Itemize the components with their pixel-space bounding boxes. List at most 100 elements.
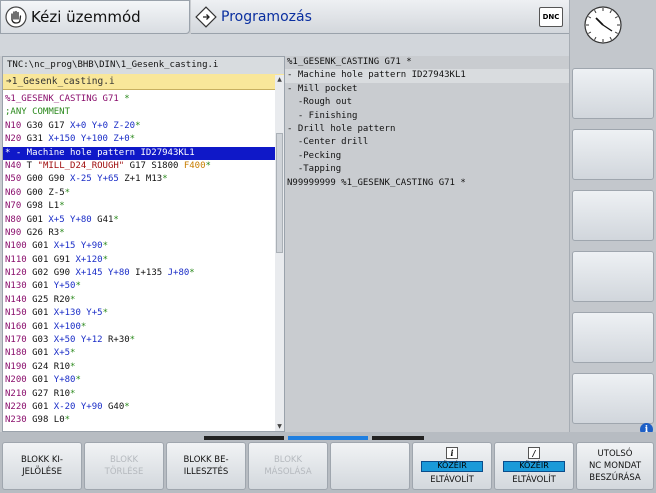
- softkey-4[interactable]: BLOKK MÁSOLÁSA: [248, 442, 328, 490]
- editor-scrollbar[interactable]: ▲ ▼: [275, 75, 284, 431]
- program-token: G01: [26, 401, 54, 412]
- program-token: N50: [5, 174, 22, 185]
- program-line[interactable]: N110 G01 G91 X+120*: [3, 254, 275, 267]
- softkey-label: ELTÁVOLÍT: [430, 474, 474, 485]
- structure-item[interactable]: -Center drill: [285, 136, 569, 149]
- program-line[interactable]: N210 G27 R10*: [3, 388, 275, 401]
- program-line[interactable]: N130 G01 Y+50*: [3, 280, 275, 293]
- structure-item[interactable]: - Drill hole pattern: [285, 123, 569, 136]
- vertical-softkey-6[interactable]: [572, 373, 654, 424]
- program-token: X+150: [48, 134, 76, 145]
- program-line[interactable]: N20 G31 X+150 Y+100 Z+0*: [3, 133, 275, 146]
- scroll-down-icon[interactable]: ▼: [275, 422, 284, 431]
- program-token: Y+90: [80, 401, 103, 412]
- program-line[interactable]: N70 G98 L1*: [3, 200, 275, 213]
- structure-view[interactable]: %1_GESENK_CASTING G71 * - Machine hole pa…: [285, 56, 569, 432]
- program-token: Y+5: [86, 308, 103, 319]
- program-line[interactable]: N40 T "MILL_D24_ROUGH" G17 S1800 F400*: [3, 160, 275, 173]
- program-token: N210: [5, 388, 27, 399]
- softkey-label: UTOLSÓ: [597, 449, 633, 459]
- program-token: X+50: [53, 335, 76, 346]
- program-line[interactable]: N230 G98 L0*: [3, 414, 275, 427]
- program-token: *: [113, 214, 119, 225]
- program-token: * - Machine hole pattern ID27943KL1: [5, 147, 195, 158]
- program-line[interactable]: N150 G01 X+130 Y+5*: [3, 307, 275, 320]
- softkey-5[interactable]: [330, 442, 410, 490]
- program-token: *: [102, 308, 108, 319]
- softkey-2[interactable]: BLOKK TÖRLÉSE: [84, 442, 164, 490]
- program-token: X+120: [75, 254, 103, 265]
- program-token: G03: [26, 335, 54, 346]
- program-line[interactable]: * - Machine hole pattern ID27943KL1: [3, 146, 275, 160]
- structure-item[interactable]: -Tapping: [285, 163, 569, 176]
- program-line[interactable]: %1_GESENK_CASTING G71 *: [3, 93, 275, 106]
- program-line[interactable]: N100 G01 X+15 Y+90*: [3, 240, 275, 253]
- vertical-softkey-4[interactable]: [572, 251, 654, 302]
- softkey-6[interactable]: i KÖZÉIR ELTÁVOLÍT: [412, 442, 492, 490]
- program-token: N180: [5, 348, 27, 359]
- program-line[interactable]: N140 G25 R20*: [3, 294, 275, 307]
- structure-item[interactable]: N99999999 %1_GESENK_CASTING G71 *: [285, 177, 569, 190]
- program-token: G01 G91: [26, 254, 76, 265]
- program-line[interactable]: N50 G00 G90 X-25 Y+65 Z+1 M13*: [3, 173, 275, 186]
- program-line[interactable]: N190 G24 R10*: [3, 361, 275, 374]
- program-token: ;ANY COMMENT: [5, 107, 71, 118]
- program-token: G41: [91, 214, 114, 225]
- program-token: *: [189, 268, 195, 279]
- program-line[interactable]: N160 G01 X+100*: [3, 321, 275, 334]
- softkey-1[interactable]: BLOKK KI- JELÖLÉSE: [2, 442, 82, 490]
- program-line[interactable]: N10 G30 G17 X+0 Y+0 Z-20*: [3, 120, 275, 133]
- program-line[interactable]: N200 G01 Y+80*: [3, 374, 275, 387]
- program-line[interactable]: N90 G26 R3*: [3, 227, 275, 240]
- program-token: I+135: [129, 268, 168, 279]
- program-line[interactable]: N80 G01 X+5 Y+80 G41*: [3, 214, 275, 227]
- program-line[interactable]: N220 G01 X-20 Y+90 G40*: [3, 401, 275, 414]
- softkey-label: BLOKK: [273, 455, 303, 465]
- softkey-7[interactable]: / KÖZÉIR ELTÁVOLÍT: [494, 442, 574, 490]
- program-token: N190: [5, 361, 27, 372]
- program-token: R+30: [102, 335, 130, 346]
- vertical-softkey-2[interactable]: [572, 129, 654, 180]
- program-token: N10: [5, 120, 22, 131]
- structure-item[interactable]: %1_GESENK_CASTING G71 *: [285, 56, 569, 69]
- softkey-3[interactable]: BLOKK BE- ILLESZTÉS: [166, 442, 246, 490]
- structure-item[interactable]: - Machine hole pattern ID27943KL1: [285, 69, 569, 83]
- program-token: *: [70, 388, 76, 399]
- program-editor[interactable]: TNC:\nc_prog\BHB\DIN\1_Gesenk_casting.i …: [2, 56, 285, 432]
- vertical-softkey-1[interactable]: [572, 68, 654, 119]
- program-token: X+5: [48, 214, 65, 225]
- program-line[interactable]: N120 G02 G90 X+145 Y+80 I+135 J+80*: [3, 267, 275, 280]
- softkey-label: NC MONDAT: [588, 461, 642, 471]
- program-token: N130: [5, 281, 27, 292]
- mode-tab-manual[interactable]: Kézi üzemmód: [0, 0, 190, 34]
- softkey-label: BESZÚRÁSA: [589, 473, 641, 483]
- program-token: G26 R3: [21, 227, 60, 238]
- vertical-softkey-3[interactable]: [572, 190, 654, 241]
- vertical-softkey-5[interactable]: [572, 312, 654, 363]
- program-token: X+5: [53, 348, 71, 359]
- dnc-icon[interactable]: DNC: [539, 7, 563, 27]
- program-token: G02 G90: [26, 268, 76, 279]
- structure-item[interactable]: -Rough out: [285, 96, 569, 109]
- program-token: "MILL_D24_ROUGH": [37, 160, 125, 171]
- program-token: X-20: [53, 401, 76, 412]
- program-token: Z-20: [113, 120, 136, 131]
- structure-item[interactable]: - Mill pocket: [285, 83, 569, 96]
- program-code[interactable]: %1_GESENK_CASTING G71 * ;ANY COMMENT N10 G…: [3, 93, 275, 428]
- structure-item[interactable]: - Finishing: [285, 110, 569, 123]
- program-token: *: [102, 254, 108, 265]
- program-token: N170: [5, 335, 27, 346]
- scroll-thumb[interactable]: [276, 133, 283, 253]
- program-line[interactable]: N180 G01 X+5*: [3, 347, 275, 360]
- program-token: Y+90: [80, 241, 103, 252]
- mode-tab-programming[interactable]: Programozás: [191, 0, 569, 34]
- program-line[interactable]: N60 G00 Z-5*: [3, 187, 275, 200]
- program-line[interactable]: N170 G03 X+50 Y+12 R+30*: [3, 334, 275, 347]
- structure-item[interactable]: -Pecking: [285, 150, 569, 163]
- program-token: N60: [5, 187, 22, 198]
- program-token: G98 L0: [26, 415, 65, 426]
- program-token: X+0: [70, 120, 87, 131]
- softkey-8[interactable]: UTOLSÓ NC MONDAT BESZÚRÁSA: [576, 442, 654, 490]
- program-line[interactable]: ;ANY COMMENT: [3, 106, 275, 119]
- scroll-up-icon[interactable]: ▲: [275, 75, 284, 84]
